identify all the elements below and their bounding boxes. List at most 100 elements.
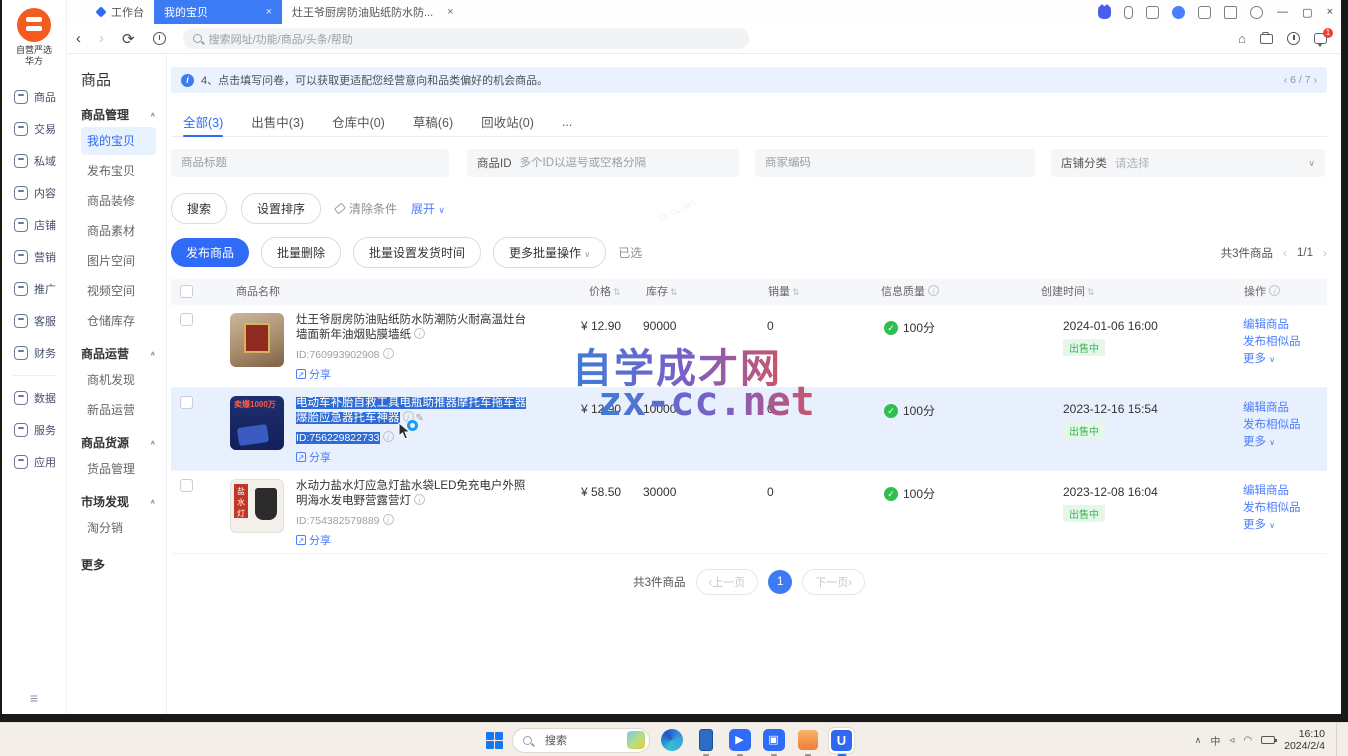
taskbar-phone-app[interactable] xyxy=(693,728,718,753)
tab-recycle-bin[interactable]: 回收站(0) xyxy=(481,107,534,136)
code-input[interactable] xyxy=(765,157,1025,169)
notice-pager[interactable]: ‹ 6 / 7 › xyxy=(1284,74,1317,86)
history-icon[interactable] xyxy=(153,32,166,45)
product-image[interactable]: 盐水灯 xyxy=(230,479,284,533)
sidebar-item-new-item-operation[interactable]: 新品运营 xyxy=(81,396,156,424)
filter-code-input[interactable] xyxy=(755,149,1035,177)
close-tab-icon[interactable]: × xyxy=(266,6,272,18)
info-icon[interactable]: i xyxy=(383,514,394,525)
taskbar-app-3[interactable] xyxy=(795,728,820,753)
favorites-icon[interactable] xyxy=(1260,34,1273,44)
filter-title-input[interactable] xyxy=(171,149,449,177)
prev-page-icon[interactable]: ‹ xyxy=(1283,246,1287,260)
col-stock[interactable]: 库存⇅ xyxy=(646,279,678,305)
product-title[interactable]: 灶王爷厨房防油贴纸防水防潮防火耐高温灶台墙面新年油烟贴膜墙纸i xyxy=(296,313,531,343)
more-link[interactable]: 更多 ∨ xyxy=(1243,351,1301,368)
product-image[interactable]: 卖爆1000万 xyxy=(230,396,284,450)
forward-icon[interactable]: › xyxy=(90,30,113,47)
tab-overflow-dots[interactable]: ... xyxy=(562,107,572,136)
product-title[interactable]: 水动力盐水灯应急灯盐水袋LED免充电户外照明海水发电野营露营灯i xyxy=(296,479,531,509)
col-price[interactable]: 价格⇅ xyxy=(589,279,621,305)
row-checkbox[interactable] xyxy=(180,396,193,409)
bulk-set-shipping-time-button[interactable]: 批量设置发货时间 xyxy=(353,237,481,268)
publish-similar-link[interactable]: 发布相似品 xyxy=(1243,334,1301,351)
rail-item-goods[interactable]: 商品 xyxy=(2,81,66,113)
col-sales[interactable]: 销量⇅ xyxy=(768,279,800,305)
info-icon[interactable]: i xyxy=(383,431,394,442)
search-input[interactable]: 搜索网址/功能/商品/头条/帮助 xyxy=(183,28,749,49)
target-icon[interactable] xyxy=(1250,6,1263,19)
more-link[interactable]: 更多 ∨ xyxy=(1243,517,1301,534)
rail-item-services[interactable]: 服务 xyxy=(2,414,66,446)
store-logo[interactable] xyxy=(17,8,51,42)
rail-item-marketing[interactable]: 营销 xyxy=(2,241,66,273)
set-sort-button[interactable]: 设置排序 xyxy=(241,193,321,224)
sidebar-item-warehouse-stock[interactable]: 仓储库存 xyxy=(81,307,156,335)
tab-drafts[interactable]: 草稿(6) xyxy=(413,107,453,136)
taskbar-edge[interactable] xyxy=(659,728,684,753)
publish-similar-link[interactable]: 发布相似品 xyxy=(1243,500,1301,517)
table-row[interactable]: 卖爆1000万 电动车补胎自救工具电瓶助推器摩托车拖车器爆胎应急器托车神器i✎ … xyxy=(171,388,1327,471)
taskbar-search[interactable]: 搜索 xyxy=(512,728,650,753)
tab-my-items[interactable]: 我的宝贝× xyxy=(154,0,282,24)
volume-icon[interactable]: ◃ xyxy=(1229,735,1234,746)
phone-icon[interactable] xyxy=(1124,6,1133,19)
table-row[interactable]: 灶王爷厨房防油贴纸防水防潮防火耐高温灶台墙面新年油烟贴膜墙纸i ID:76099… xyxy=(171,305,1327,388)
row-checkbox[interactable] xyxy=(180,479,193,492)
gift-icon[interactable] xyxy=(1224,6,1237,19)
sidebar-item-item-material[interactable]: 商品素材 xyxy=(81,217,156,245)
info-icon[interactable]: i xyxy=(403,411,414,422)
refresh-icon[interactable]: ⟳ xyxy=(113,30,144,48)
more-link[interactable]: 更多 ∨ xyxy=(1243,434,1301,451)
sidebar-item-opportunity[interactable]: 商机发现 xyxy=(81,366,156,394)
product-title[interactable]: 电动车补胎自救工具电瓶助推器摩托车拖车器爆胎应急器托车神器i✎ xyxy=(296,396,531,426)
rail-item-trade[interactable]: 交易 xyxy=(2,113,66,145)
taskbar-app-1[interactable]: ▶ xyxy=(727,728,752,753)
filter-category-select[interactable]: 店铺分类 请选择 ∨ xyxy=(1051,149,1325,177)
info-icon[interactable]: i xyxy=(414,494,425,505)
tray-chevron-icon[interactable]: ∧ xyxy=(1195,735,1202,746)
headset-icon[interactable] xyxy=(1172,6,1185,19)
sort-icon[interactable]: ⇅ xyxy=(613,287,621,297)
sidebar-item-image-space[interactable]: 图片空间 xyxy=(81,247,156,275)
notice-text[interactable]: 4、点击填写问卷，可以获取更适配您经营意向和品类偏好的机会商品。 xyxy=(201,72,548,88)
clear-conditions-button[interactable]: 清除条件 xyxy=(335,200,397,217)
minimize-button[interactable]: — xyxy=(1277,6,1288,18)
qianniu-cat-icon[interactable] xyxy=(1098,6,1111,19)
tab-all[interactable]: 全部(3) xyxy=(183,107,223,136)
filter-id-input[interactable]: 商品ID xyxy=(467,149,739,177)
next-page-button[interactable]: 下一页› xyxy=(802,569,865,595)
collapse-menu-icon[interactable]: ≡ xyxy=(2,690,66,706)
edit-icon[interactable]: ✎ xyxy=(416,413,424,424)
rail-item-finance[interactable]: 财务 xyxy=(2,337,66,369)
calculator-icon[interactable] xyxy=(1146,6,1159,19)
bulk-delete-button[interactable]: 批量删除 xyxy=(261,237,341,268)
current-page-button[interactable]: 1 xyxy=(768,570,792,594)
sort-icon[interactable]: ⇅ xyxy=(670,287,678,297)
start-button[interactable] xyxy=(486,732,503,749)
product-image[interactable] xyxy=(230,313,284,367)
ime-icon[interactable]: 中 xyxy=(1210,733,1220,748)
info-icon[interactable]: i xyxy=(383,348,394,359)
back-icon[interactable]: ‹ xyxy=(67,30,90,47)
sidebar-item-my-items[interactable]: 我的宝贝 xyxy=(81,127,156,155)
sidebar-item-video-space[interactable]: 视频空间 xyxy=(81,277,156,305)
publish-similar-link[interactable]: 发布相似品 xyxy=(1243,417,1301,434)
tab-on-sale[interactable]: 出售中(3) xyxy=(251,107,304,136)
table-row[interactable]: 盐水灯 水动力盐水灯应急灯盐水袋LED免充电户外照明海水发电野营露营灯i ID:… xyxy=(171,471,1327,554)
expand-button[interactable]: 展开 ∨ xyxy=(411,200,445,217)
maximize-button[interactable]: ▢ xyxy=(1302,6,1312,19)
window-icon[interactable] xyxy=(1198,6,1211,19)
sidebar-item-goods-management[interactable]: 货品管理 xyxy=(81,455,156,483)
next-page-icon[interactable]: › xyxy=(1323,246,1327,260)
info-icon[interactable]: i xyxy=(414,328,425,339)
close-button[interactable]: × xyxy=(1327,6,1333,18)
sort-icon[interactable]: ⇅ xyxy=(792,287,800,297)
row-checkbox[interactable] xyxy=(180,313,193,326)
edit-item-link[interactable]: 编辑商品 xyxy=(1243,317,1301,334)
message-icon[interactable]: 1 xyxy=(1314,33,1327,44)
sidebar-group-goods-management[interactable]: 商品管理∧ xyxy=(81,106,156,123)
share-link[interactable]: ↗分享 xyxy=(296,532,531,548)
share-link[interactable]: ↗分享 xyxy=(296,366,531,382)
search-button[interactable]: 搜索 xyxy=(171,193,227,224)
